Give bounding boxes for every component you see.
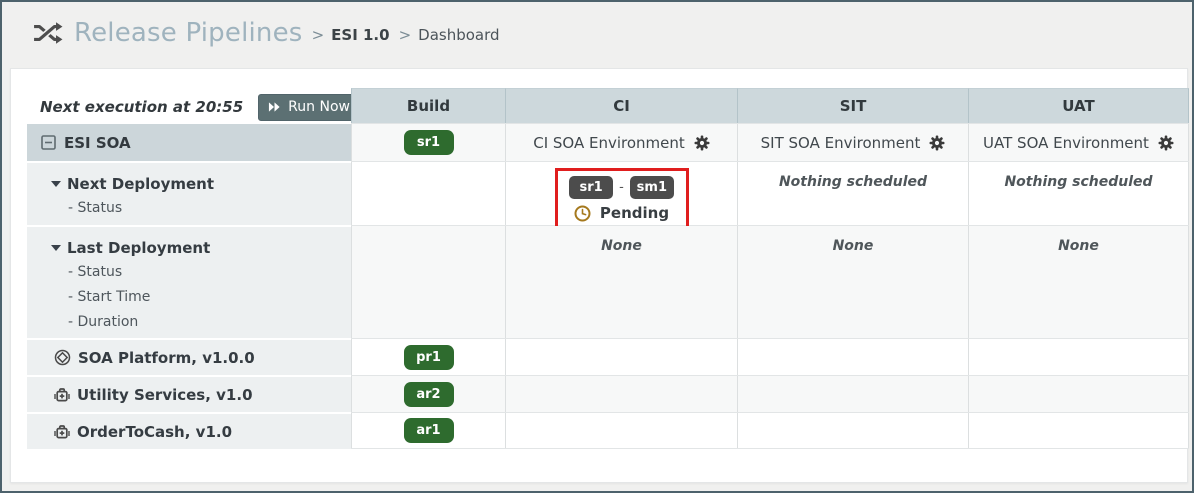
next-deployment-row: Next Deployment - Status xyxy=(27,163,351,225)
cell-uat-next: Nothing scheduled xyxy=(968,162,1189,225)
project-row-soa-platform[interactable]: SOA Platform, v1.0.0 xyxy=(27,340,351,375)
nothing-scheduled-label: Nothing scheduled xyxy=(1004,174,1152,190)
caret-down-icon xyxy=(51,245,61,251)
pipeline-dashboard-card: Next execution at 20:55 Run Now xyxy=(10,68,1188,483)
next-deployment-label: Next Deployment xyxy=(67,175,214,193)
cell-ci-soa-platform xyxy=(505,339,737,375)
shuffle-icon xyxy=(33,21,63,45)
cell-uat-last: None xyxy=(968,226,1189,338)
cell-uat-environment: UAT SOA Environment xyxy=(968,124,1189,161)
none-label: None xyxy=(601,238,642,254)
pipeline-grid: sr1 CI SOA Environment xyxy=(351,123,1189,449)
last-deployment-label: Last Deployment xyxy=(67,239,210,257)
breadcrumb-separator: > xyxy=(312,26,325,44)
cell-sit-environment: SIT SOA Environment xyxy=(737,124,968,161)
environment-name: SIT SOA Environment xyxy=(761,134,921,152)
cell-sit-ordertocash xyxy=(737,413,968,448)
column-header-build: Build xyxy=(351,88,505,123)
column-header-sit: SIT xyxy=(737,88,968,123)
deployment-status: Pending xyxy=(574,204,669,222)
release-pipelines-page: Release Pipelines > ESI 1.0 > Dashboard … xyxy=(0,0,1194,493)
cell-sit-next: Nothing scheduled xyxy=(737,162,968,225)
collapse-minus-icon[interactable] xyxy=(41,135,56,150)
gear-icon[interactable] xyxy=(1158,135,1174,151)
none-label: None xyxy=(1058,238,1099,254)
column-headers: Build CI SIT UAT xyxy=(351,88,1189,123)
pending-status-label: Pending xyxy=(600,204,669,222)
last-deployment-status-label: - Status xyxy=(51,260,351,285)
breadcrumb-release[interactable]: ESI 1.0 xyxy=(331,26,389,44)
cell-build-next xyxy=(351,162,505,225)
project-label: OrderToCash, v1.0 xyxy=(77,423,232,441)
gear-icon[interactable] xyxy=(929,135,945,151)
cell-uat-soa-platform xyxy=(968,339,1189,375)
nothing-scheduled-label: Nothing scheduled xyxy=(779,174,927,190)
last-deployment-start-time-label: - Start Time xyxy=(51,285,351,310)
column-header-ci: CI xyxy=(505,88,737,123)
release-badge[interactable]: sr1 xyxy=(569,176,613,199)
cell-uat-ordertocash xyxy=(968,413,1189,448)
cell-uat-utility-services xyxy=(968,376,1189,412)
run-now-button[interactable]: Run Now xyxy=(258,94,362,121)
project-label: SOA Platform, v1.0.0 xyxy=(78,349,255,367)
row-pipeline: sr1 CI SOA Environment xyxy=(351,123,1189,161)
next-deployment-status-label: - Status xyxy=(51,196,351,221)
column-header-uat: UAT xyxy=(968,88,1189,123)
app-header: Release Pipelines > ESI 1.0 > Dashboard xyxy=(2,2,1192,64)
package-icon xyxy=(54,349,71,366)
cell-build-utility-services: ar2 xyxy=(351,376,505,412)
cell-ci-utility-services xyxy=(505,376,737,412)
cell-ci-last: None xyxy=(505,226,737,338)
last-deployment-row: Last Deployment - Status - Start Time - … xyxy=(27,227,351,338)
project-icon xyxy=(54,424,70,440)
project-row-ordertocash[interactable]: OrderToCash, v1.0 xyxy=(27,414,351,449)
annotation-red-box: sr1 - sm1 Pending xyxy=(555,168,689,231)
pipeline-left-panel: ESI SOA Next Deployment - Status Last De… xyxy=(27,124,351,451)
row-project-ordertocash: ar1 xyxy=(351,412,1189,449)
cell-ci-next: sr1 - sm1 Pending xyxy=(505,162,737,225)
none-label: None xyxy=(833,238,874,254)
cell-build-soa-platform: pr1 xyxy=(351,339,505,375)
page-title: Release Pipelines xyxy=(74,18,303,48)
row-project-utility-services: ar2 xyxy=(351,375,1189,412)
last-deployment-toggle[interactable]: Last Deployment xyxy=(51,235,351,260)
cell-build-pipeline: sr1 xyxy=(351,124,505,161)
cell-build-last xyxy=(351,226,505,338)
environment-name: CI SOA Environment xyxy=(533,134,685,152)
next-deployment-toggle[interactable]: Next Deployment xyxy=(51,171,351,196)
build-badge[interactable]: ar2 xyxy=(404,382,454,407)
deployment-badge-pair: sr1 - sm1 xyxy=(569,176,674,199)
toolbar: Next execution at 20:55 Run Now xyxy=(40,91,404,123)
cell-sit-utility-services xyxy=(737,376,968,412)
breadcrumb-separator: > xyxy=(399,26,412,44)
environment-name: UAT SOA Environment xyxy=(983,134,1149,152)
pipeline-row-esi-soa[interactable]: ESI SOA xyxy=(27,124,351,161)
cell-build-ordertocash: ar1 xyxy=(351,413,505,448)
pipeline-name: ESI SOA xyxy=(64,134,131,152)
last-deployment-duration-label: - Duration xyxy=(51,310,351,335)
cell-ci-environment: CI SOA Environment xyxy=(505,124,737,161)
caret-down-icon xyxy=(51,181,61,187)
badge-separator: - xyxy=(619,180,624,195)
cell-sit-soa-platform xyxy=(737,339,968,375)
row-last-deployment: None None None xyxy=(351,225,1189,338)
build-badge[interactable]: sr1 xyxy=(404,130,454,155)
fast-forward-icon xyxy=(268,101,281,113)
row-next-deployment: sr1 - sm1 Pending xyxy=(351,161,1189,225)
cell-sit-last: None xyxy=(737,226,968,338)
build-badge[interactable]: pr1 xyxy=(404,345,454,370)
project-icon xyxy=(54,387,70,403)
row-project-soa-platform: pr1 xyxy=(351,338,1189,375)
clock-icon xyxy=(574,205,591,222)
project-row-utility-services[interactable]: Utility Services, v1.0 xyxy=(27,377,351,412)
run-now-label: Run Now xyxy=(288,99,350,115)
build-badge[interactable]: ar1 xyxy=(404,418,454,443)
project-label: Utility Services, v1.0 xyxy=(77,386,253,404)
snapshot-badge[interactable]: sm1 xyxy=(630,176,674,199)
breadcrumb-current-page: Dashboard xyxy=(418,26,499,44)
next-execution-label: Next execution at 20:55 xyxy=(40,98,243,116)
cell-ci-ordertocash xyxy=(505,413,737,448)
gear-icon[interactable] xyxy=(694,135,710,151)
